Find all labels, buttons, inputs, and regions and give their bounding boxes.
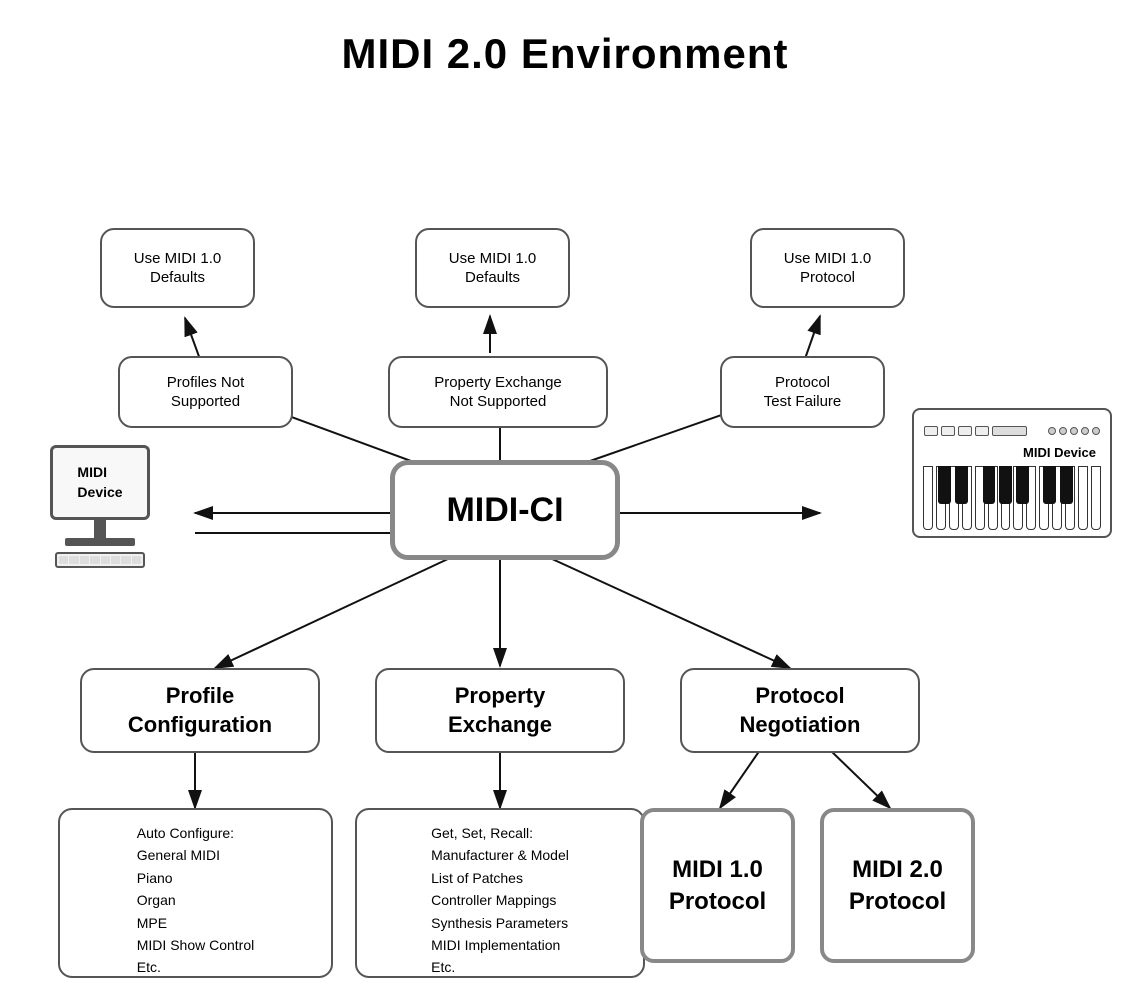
- midi-ci-box: MIDI-CI: [390, 460, 620, 560]
- property-detail-box: Get, Set, Recall: Manufacturer & Model L…: [355, 808, 645, 978]
- page-title: MIDI 2.0 Environment: [0, 0, 1130, 98]
- property-exchange-not-supported-box: Property Exchange Not Supported: [388, 356, 608, 428]
- monitor-icon: MIDIDevice: [50, 445, 150, 520]
- profile-configuration-box: Profile Configuration: [80, 668, 320, 753]
- monitor-stand: [94, 520, 106, 538]
- midi10-protocol-box: MIDI 1.0 Protocol: [640, 808, 795, 963]
- midi-device-keyboard: MIDI Device: [912, 408, 1112, 538]
- monitor-base: [65, 538, 135, 546]
- top-left-defaults-box: Use MIDI 1.0 Defaults: [100, 228, 255, 308]
- keyboard-device-label: MIDI Device: [1023, 445, 1104, 460]
- midi20-protocol-box: MIDI 2.0 Protocol: [820, 808, 975, 963]
- top-right-protocol-box: Use MIDI 1.0 Protocol: [750, 228, 905, 308]
- profile-detail-box: Auto Configure: General MIDI Piano Organ…: [58, 808, 333, 978]
- property-exchange-box: Property Exchange: [375, 668, 625, 753]
- protocol-test-failure-box: Protocol Test Failure: [720, 356, 885, 428]
- midi-device-computer: MIDIDevice: [20, 408, 180, 568]
- protocol-negotiation-box: Protocol Negotiation: [680, 668, 920, 753]
- midi-device-label: MIDIDevice: [77, 463, 122, 502]
- top-mid-defaults-box: Use MIDI 1.0 Defaults: [415, 228, 570, 308]
- keyboard-icon: [55, 552, 145, 568]
